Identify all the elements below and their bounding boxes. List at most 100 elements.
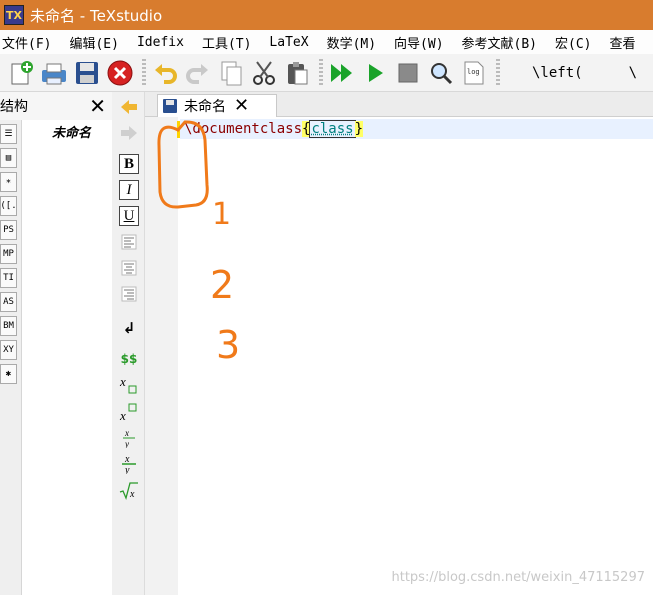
- menu-tools[interactable]: 工具(T): [202, 33, 251, 52]
- bold-button[interactable]: B: [119, 154, 139, 174]
- xymatrix-button[interactable]: XY: [0, 340, 17, 360]
- structure-side-strip: ☰ ▤ ∗ ([. PS MP TI AS BM XY ✱: [0, 120, 22, 595]
- fraction-icon: xy: [123, 428, 135, 448]
- superscript-icon: x: [119, 403, 137, 422]
- backslash-command-button[interactable]: \: [629, 65, 637, 81]
- align-center-button[interactable]: [119, 258, 139, 278]
- structure-view-button[interactable]: ☰: [0, 124, 17, 144]
- placeholder-argument[interactable]: class: [309, 120, 356, 138]
- close-brace: }: [354, 121, 364, 137]
- menu-bibliography[interactable]: 参考文献(B): [462, 33, 537, 52]
- view-pdf-button[interactable]: [426, 58, 456, 88]
- align-left-icon: [121, 234, 137, 250]
- menu-bar: 文件(F) 编辑(E) Idefix 工具(T) LaTeX 数学(M) 向导(…: [0, 30, 653, 54]
- dfrac-button[interactable]: xy: [119, 454, 139, 474]
- paste-button[interactable]: [282, 58, 312, 88]
- title-bar: TX 未命名 - TeXstudio: [0, 0, 653, 30]
- sqrt-button[interactable]: x: [119, 481, 139, 501]
- menu-latex[interactable]: LaTeX: [269, 35, 308, 50]
- toolbar-grip[interactable]: [319, 58, 323, 87]
- svg-text:x: x: [129, 489, 135, 500]
- bold-icon: B: [123, 155, 134, 172]
- forward-arrow-button[interactable]: [119, 123, 139, 143]
- main-toolbar: log \left( \: [0, 54, 653, 92]
- svg-text:y: y: [124, 439, 129, 448]
- save-button[interactable]: [72, 58, 102, 88]
- menu-edit[interactable]: 编辑(E): [69, 33, 118, 52]
- underline-button[interactable]: U: [119, 206, 139, 226]
- align-right-button[interactable]: [119, 284, 139, 304]
- redo-arrow-icon: [186, 63, 208, 84]
- new-file-button[interactable]: [6, 58, 36, 88]
- open-button[interactable]: [39, 58, 69, 88]
- floppy-disk-icon: [76, 61, 98, 84]
- close-document-button[interactable]: [105, 58, 135, 88]
- menu-math[interactable]: 数学(M): [327, 33, 376, 52]
- special-symbols-button[interactable]: ✱: [0, 364, 17, 384]
- svg-text:x: x: [124, 428, 129, 438]
- tab-untitled[interactable]: 未命名 ✕: [157, 94, 277, 117]
- newline-button[interactable]: ↲: [119, 318, 139, 338]
- fraction-button[interactable]: xy: [119, 428, 139, 448]
- menu-file[interactable]: 文件(F): [2, 33, 51, 52]
- close-icon[interactable]: ✕: [234, 97, 249, 115]
- structure-panel-header: 结构 ✕: [0, 92, 112, 120]
- printer-icon: [42, 63, 66, 84]
- view-log-button[interactable]: log: [459, 58, 489, 88]
- italic-button[interactable]: I: [119, 180, 139, 200]
- structure-panel-title: 结构: [0, 99, 28, 115]
- display-math-button[interactable]: $$: [119, 349, 139, 369]
- menu-view[interactable]: 查看: [610, 33, 636, 52]
- floppy-disk-icon: [163, 99, 177, 113]
- editor-area: 未命名 ✕ \documentclass{class}: [145, 92, 653, 595]
- svg-text:x: x: [119, 375, 126, 389]
- bookmarks-button[interactable]: ▤: [0, 148, 17, 168]
- superscript-button[interactable]: x: [119, 402, 139, 422]
- compile-button[interactable]: [360, 58, 390, 88]
- svg-text:y: y: [124, 465, 130, 474]
- build-and-view-button[interactable]: [327, 58, 357, 88]
- copy-button[interactable]: [216, 58, 246, 88]
- align-left-button[interactable]: [119, 232, 139, 252]
- tab-label: 未命名: [184, 99, 226, 115]
- toolbar-grip[interactable]: [142, 58, 146, 87]
- redo-button[interactable]: [183, 58, 213, 88]
- latex-command: \documentclass: [184, 121, 303, 137]
- return-arrow-icon: ↲: [122, 319, 136, 337]
- menu-wizards[interactable]: 向导(W): [394, 33, 443, 52]
- copy-pages-icon: [221, 61, 242, 85]
- tikz-button[interactable]: TI: [0, 268, 17, 288]
- pstricks-button[interactable]: PS: [0, 220, 17, 240]
- new-file-icon: [11, 60, 33, 84]
- menu-macros[interactable]: 宏(C): [555, 33, 591, 52]
- underline-icon: U: [123, 207, 135, 224]
- left-arrow-icon: [121, 100, 137, 114]
- undo-arrow-icon: [155, 63, 177, 84]
- left-paren-command-button[interactable]: \left(: [532, 65, 583, 81]
- italic-icon: I: [126, 181, 132, 198]
- svg-text:log: log: [467, 68, 480, 76]
- undo-button[interactable]: [150, 58, 180, 88]
- stop-button[interactable]: [393, 58, 423, 88]
- code-line[interactable]: \documentclass{class}: [180, 119, 653, 139]
- log-file-icon: log: [464, 61, 484, 84]
- toolbar-grip[interactable]: [496, 58, 500, 87]
- menu-idefix[interactable]: Idefix: [137, 35, 184, 50]
- clipboard-icon: [288, 61, 308, 84]
- asymptote-button[interactable]: AS: [0, 292, 17, 312]
- subscript-button[interactable]: x: [119, 375, 139, 395]
- format-sidebar: B I U ↲ $$ x x xy xy x: [112, 92, 145, 595]
- cut-button[interactable]: [249, 58, 279, 88]
- open-brace: {: [302, 121, 311, 137]
- subscript-icon: x: [119, 375, 137, 394]
- structure-document-name[interactable]: 未命名: [52, 122, 91, 141]
- line-gutter[interactable]: [145, 117, 178, 595]
- symbols-button[interactable]: ∗: [0, 172, 17, 192]
- align-center-icon: [121, 260, 137, 276]
- delimiters-button[interactable]: ([.: [0, 196, 17, 216]
- dollar-math-icon: $$: [120, 352, 138, 366]
- metapost-button[interactable]: MP: [0, 244, 17, 264]
- beamer-button[interactable]: BM: [0, 316, 17, 336]
- close-icon[interactable]: ✕: [89, 96, 106, 116]
- back-arrow-button[interactable]: [119, 97, 139, 117]
